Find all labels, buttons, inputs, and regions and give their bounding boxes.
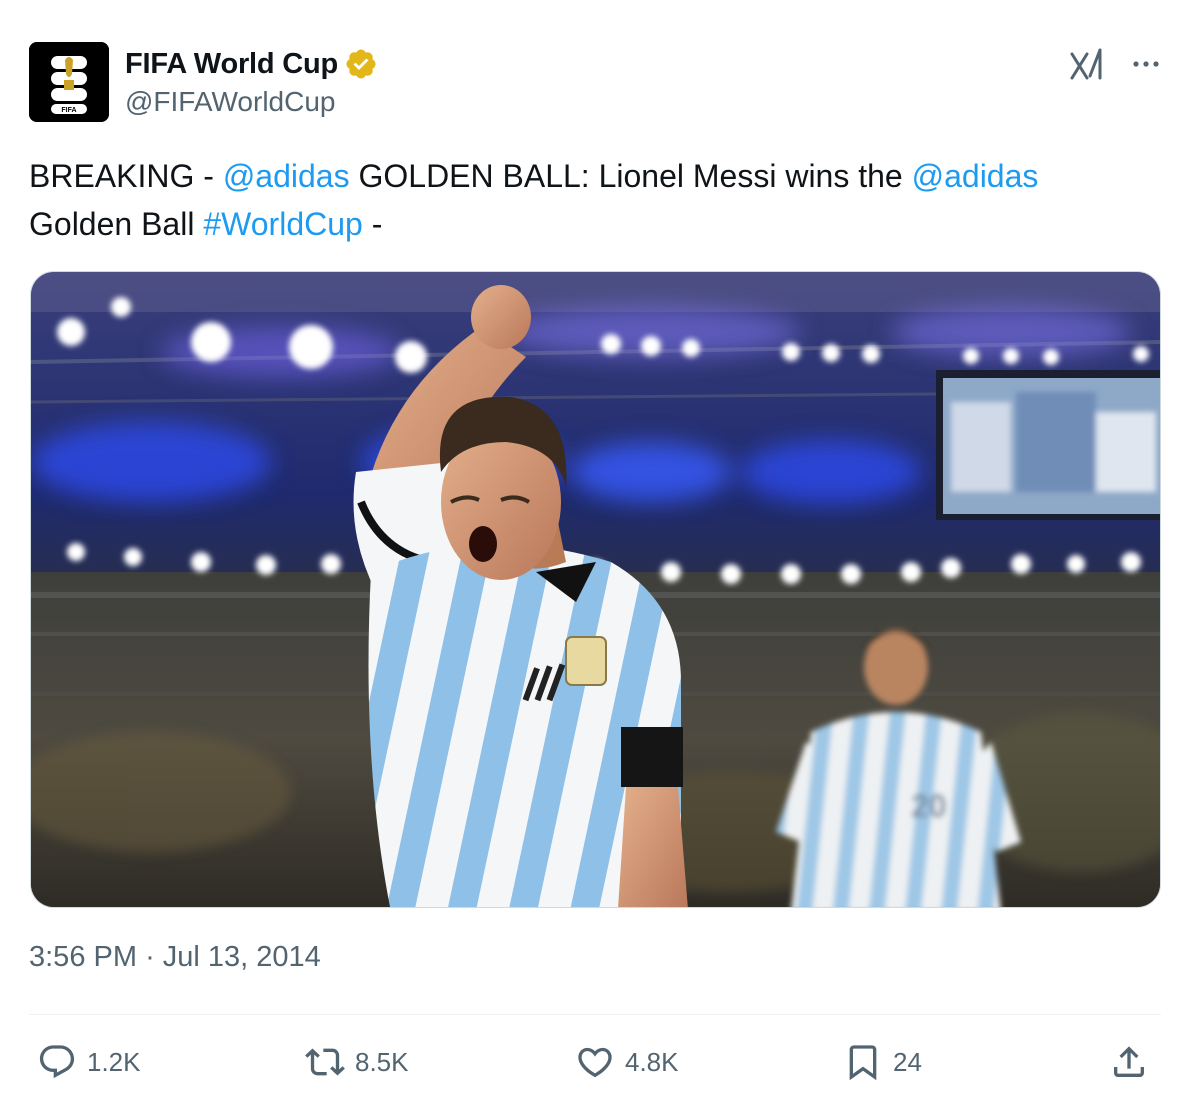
tweet-text-part: Golden Ball <box>29 206 204 242</box>
reply-count: 1.2K <box>87 1046 141 1077</box>
retweet-count: 8.5K <box>355 1046 409 1077</box>
timestamp-separator: · <box>145 941 155 973</box>
avatar-label: FIFA <box>61 107 76 114</box>
grok-icon[interactable] <box>1068 46 1106 84</box>
bookmark-button[interactable]: 24 <box>843 1030 922 1094</box>
retweet-button[interactable]: 8.5K <box>305 1030 409 1094</box>
reply-button[interactable]: 1.2K <box>37 1030 141 1094</box>
tweet-time[interactable]: 3:56 PM <box>29 941 137 973</box>
stadium-photo: 20 <box>31 272 1160 907</box>
tweet-timestamp[interactable]: 3:56 PM · Jul 13, 2014 <box>29 941 321 974</box>
handle[interactable]: @FIFAWorldCup <box>125 86 335 118</box>
tweet-text-part: BREAKING - <box>29 158 223 194</box>
tweet-photo[interactable]: 20 <box>30 271 1161 908</box>
tweet-text-part: - <box>362 206 383 242</box>
tweet-text-part: GOLDEN BALL: Lionel Messi wins the <box>349 158 912 194</box>
retweet-icon <box>305 1048 345 1076</box>
divider <box>29 1014 1161 1015</box>
mention-link[interactable]: @adidas <box>223 158 350 194</box>
reply-icon <box>39 1045 75 1079</box>
bookmark-count: 24 <box>893 1046 922 1077</box>
share-icon <box>1114 1046 1144 1077</box>
svg-text:20: 20 <box>911 788 947 824</box>
tweet-text: BREAKING - @adidas GOLDEN BALL: Lionel M… <box>29 152 1159 248</box>
like-count: 4.8K <box>625 1046 679 1077</box>
display-name[interactable]: FIFA World Cup <box>125 48 338 81</box>
tweet-header: FIFA FIFA World Cup @FIFAWorldCup <box>29 42 1164 122</box>
verified-badge-icon[interactable] <box>344 47 378 81</box>
like-button[interactable]: 4.8K <box>575 1030 679 1094</box>
like-icon <box>578 1047 612 1078</box>
action-bar: 1.2K 8.5K 4.8K 24 <box>29 1030 1161 1094</box>
hashtag-link[interactable]: #WorldCup <box>203 206 362 242</box>
tweet-date[interactable]: Jul 13, 2014 <box>163 941 321 973</box>
name-row: FIFA World Cup <box>125 44 378 84</box>
bookmark-icon <box>849 1045 877 1081</box>
more-icon[interactable] <box>1128 46 1164 82</box>
fifa-logo-icon: FIFA <box>29 42 109 122</box>
mention-link[interactable]: @adidas <box>912 158 1039 194</box>
share-button[interactable] <box>1109 1030 1149 1094</box>
avatar[interactable]: FIFA <box>29 42 109 122</box>
